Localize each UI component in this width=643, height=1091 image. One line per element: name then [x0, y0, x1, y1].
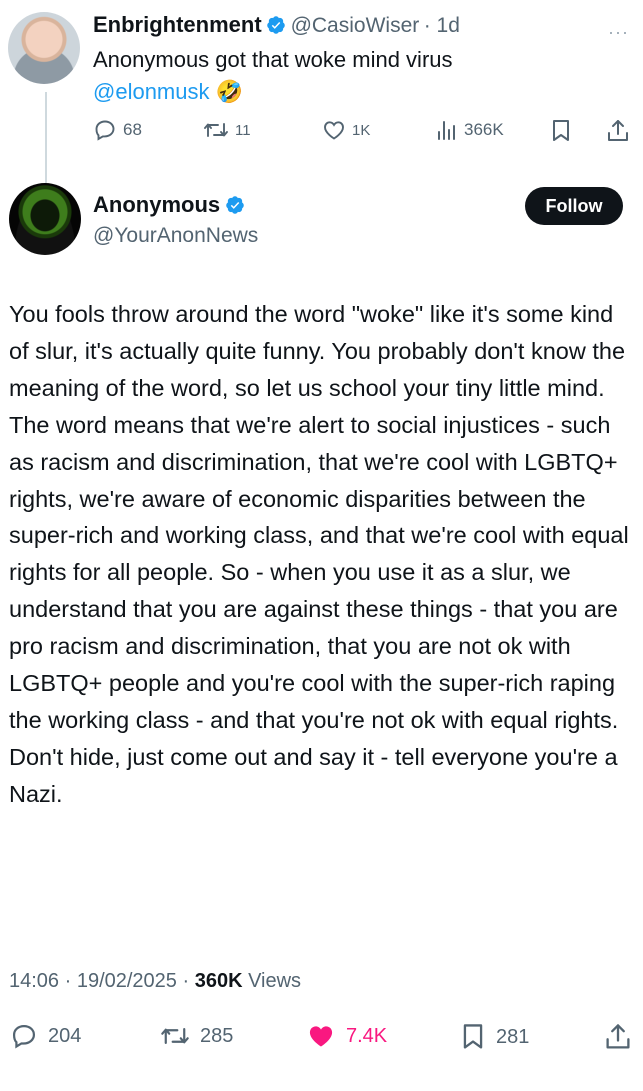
repost-icon: [204, 123, 228, 137]
tweet-paragraph: You fools throw around the word "woke" l…: [9, 301, 626, 401]
tweet-paragraph: The word means that we're alert to socia…: [9, 411, 629, 807]
reply-header: Enbrightenment @CasioWiser · 1d: [93, 12, 460, 38]
comment-icon: [12, 1024, 36, 1049]
post-time[interactable]: · 1d: [424, 14, 460, 37]
share-icon: [606, 1024, 630, 1049]
follow-button[interactable]: Follow: [525, 187, 623, 225]
thread-line: [45, 92, 47, 184]
display-name[interactable]: Enbrightenment: [93, 12, 262, 37]
views-count: 360K: [194, 970, 243, 992]
share-button[interactable]: [606, 118, 630, 144]
verified-badge-icon: [267, 16, 285, 34]
repost-button[interactable]: 285: [160, 1022, 233, 1050]
bookmark-count: 281: [496, 1025, 530, 1048]
like-count: 1K: [352, 121, 371, 139]
timestamp[interactable]: 14:06 · 19/02/2025 ·: [9, 970, 195, 992]
repost-count: 11: [235, 121, 251, 139]
bookmark-button[interactable]: [550, 118, 572, 144]
avatar[interactable]: [8, 12, 80, 84]
repost-button[interactable]: 11: [203, 118, 251, 142]
like-button[interactable]: 1K: [322, 118, 370, 142]
analytics-icon: [438, 121, 455, 140]
bookmark-button[interactable]: 281: [460, 1022, 529, 1052]
share-button[interactable]: [604, 1022, 632, 1052]
reply-count: 204: [48, 1024, 82, 1047]
views-count: 366K: [464, 120, 504, 139]
reply-button[interactable]: 204: [10, 1022, 81, 1050]
avatar[interactable]: [9, 183, 81, 255]
tweet-body: You fools throw around the word "woke" l…: [9, 296, 634, 813]
more-options-icon[interactable]: ···: [608, 22, 629, 43]
verified-badge-icon: [225, 196, 244, 214]
mention-link[interactable]: @elonmusk: [93, 79, 210, 104]
bookmark-icon: [553, 120, 569, 141]
reply-text: Anonymous got that woke mind virus: [93, 47, 453, 72]
views-button[interactable]: 366K: [436, 118, 504, 142]
reply-body: Anonymous got that woke mind virus @elon…: [93, 44, 453, 108]
share-icon: [608, 120, 628, 141]
heart-filled-icon: [309, 1026, 333, 1047]
reply-button[interactable]: 68: [93, 118, 142, 142]
reply-count: 68: [123, 120, 142, 139]
display-name[interactable]: Anonymous: [93, 192, 220, 217]
heart-icon: [324, 121, 344, 140]
emoji: 🤣: [215, 79, 244, 104]
handle[interactable]: @CasioWiser: [291, 14, 420, 37]
repost-count: 285: [200, 1024, 234, 1047]
views-label: Views: [242, 970, 302, 992]
comment-icon: [95, 120, 115, 141]
like-button[interactable]: 7.4K: [306, 1022, 387, 1050]
author-header: Anonymous: [93, 192, 245, 218]
tweet-meta: 14:06 · 19/02/2025 · 360K Views: [9, 970, 301, 993]
handle[interactable]: @YourAnonNews: [93, 224, 258, 248]
like-count: 7.4K: [346, 1024, 388, 1047]
repost-icon: [161, 1027, 189, 1045]
bookmark-icon: [463, 1024, 483, 1049]
